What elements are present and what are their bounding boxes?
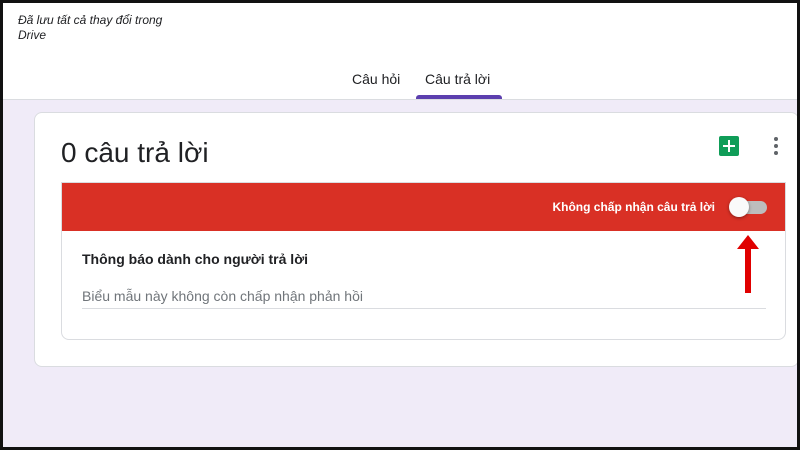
responses-card: 0 câu trả lời Không chấp nhận câu trả lờ… bbox=[34, 112, 797, 367]
tab-bar: Câu hỏi Câu trả lời bbox=[3, 3, 797, 100]
active-tab-indicator bbox=[416, 95, 502, 99]
toggle-knob bbox=[729, 197, 749, 217]
top-bar: Đã lưu tất cả thay đổi trong Drive Câu h… bbox=[3, 3, 797, 100]
more-vert-icon[interactable] bbox=[771, 136, 781, 156]
tab-questions[interactable]: Câu hỏi bbox=[352, 71, 400, 87]
respondent-message-input[interactable] bbox=[82, 283, 766, 309]
google-sheets-icon[interactable] bbox=[719, 136, 739, 156]
tab-responses[interactable]: Câu trả lời bbox=[425, 71, 490, 87]
accepting-responses-label: Không chấp nhận câu trả lời bbox=[552, 200, 715, 214]
not-accepting-banner: Không chấp nhận câu trả lời bbox=[62, 183, 785, 231]
response-count-title: 0 câu trả lời bbox=[61, 137, 209, 168]
accepting-responses-toggle[interactable] bbox=[729, 197, 769, 217]
accepting-responses-panel: Không chấp nhận câu trả lời Thông báo dà… bbox=[61, 182, 786, 340]
screen: Đã lưu tất cả thay đổi trong Drive Câu h… bbox=[3, 3, 797, 447]
red-arrow-annotation-icon bbox=[737, 235, 759, 293]
respondent-message-title: Thông báo dành cho người trả lời bbox=[82, 251, 309, 267]
